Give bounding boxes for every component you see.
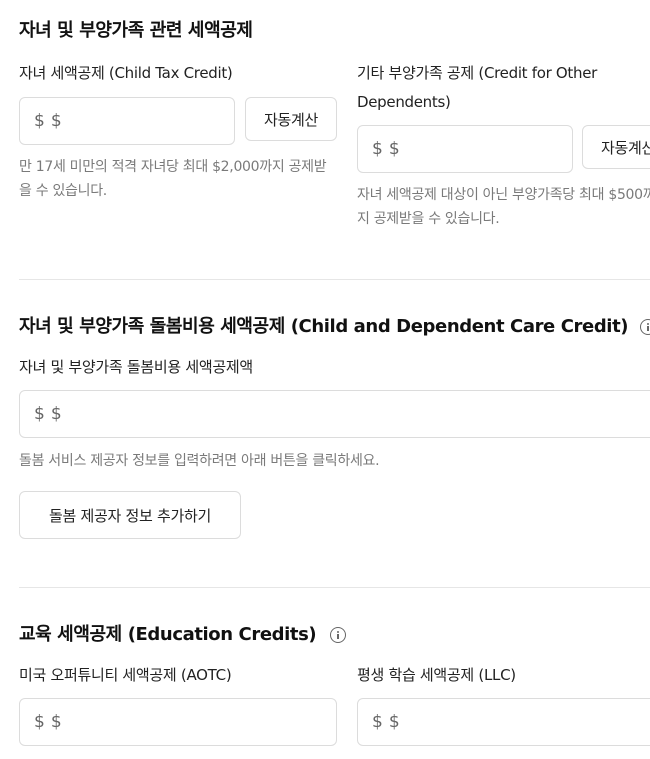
care-credit-input-field[interactable]: $	[19, 390, 650, 438]
ctc-help-text: 만 17세 미만의 적격 자녀당 최대 $2,000까지 공제받을 수 있습니다…	[19, 159, 327, 199]
odc-help-text: 자녀 세액공제 대상이 아닌 부양가족당 최대 $500까지 공제받을 수 있습…	[357, 183, 650, 231]
ctc-auto-calc-button[interactable]: 자동계산	[245, 97, 337, 141]
section-title-child-dependent: 자녀 및 부양가족 관련 세액공제	[19, 20, 253, 41]
ctc-input[interactable]	[50, 111, 234, 131]
odc-input[interactable]	[388, 139, 572, 159]
education-title-text: 교육 세액공제 (Education Credits)	[19, 624, 317, 645]
odc-label: 기타 부양가족 공제 (Credit for Other Dependents)	[357, 64, 598, 111]
dependent-care-title-text: 자녀 및 부양가족 돌봄비용 세액공제 (Child and Dependent…	[19, 316, 629, 337]
llc-label: 평생 학습 세액공제 (LLC)	[357, 666, 516, 684]
aotc-input-field[interactable]: $	[19, 698, 337, 746]
section-divider	[19, 587, 650, 588]
info-icon[interactable]	[640, 319, 650, 335]
llc-currency-symbol: $	[372, 712, 383, 732]
odc-auto-calc-button[interactable]: 자동계산	[582, 125, 650, 169]
aotc-input[interactable]	[50, 712, 336, 732]
info-icon[interactable]	[330, 627, 347, 643]
llc-input-field[interactable]: $	[357, 698, 650, 746]
ctc-label: 자녀 세액공제 (Child Tax Credit)	[19, 64, 233, 82]
ctc-input-field[interactable]: $	[19, 97, 235, 145]
care-credit-currency-symbol: $	[34, 404, 45, 424]
aotc-label: 미국 오퍼튜니티 세액공제 (AOTC)	[19, 666, 232, 684]
care-credit-label: 자녀 및 부양가족 돌봄비용 세액공제액	[19, 358, 253, 376]
section-title-education: 교육 세액공제 (Education Credits)	[19, 620, 347, 646]
llc-input[interactable]	[388, 712, 650, 732]
care-credit-input[interactable]	[50, 404, 650, 424]
odc-input-field[interactable]: $	[357, 125, 573, 173]
aotc-currency-symbol: $	[34, 712, 45, 732]
ctc-currency-symbol: $	[34, 111, 45, 131]
odc-help-text-content: 자녀 세액공제 대상이 아닌 부양가족당 최대 $500까지 공제받을 수 있습…	[357, 187, 650, 227]
care-credit-help-text: 돌봄 서비스 제공자 정보를 입력하려면 아래 버튼을 클릭하세요.	[19, 453, 380, 469]
section-divider	[19, 279, 650, 280]
add-care-provider-button[interactable]: 돌봄 제공자 정보 추가하기	[19, 491, 241, 539]
odc-currency-symbol: $	[372, 139, 383, 159]
section-title-dependent-care: 자녀 및 부양가족 돌봄비용 세액공제 (Child and Dependent…	[19, 312, 650, 338]
